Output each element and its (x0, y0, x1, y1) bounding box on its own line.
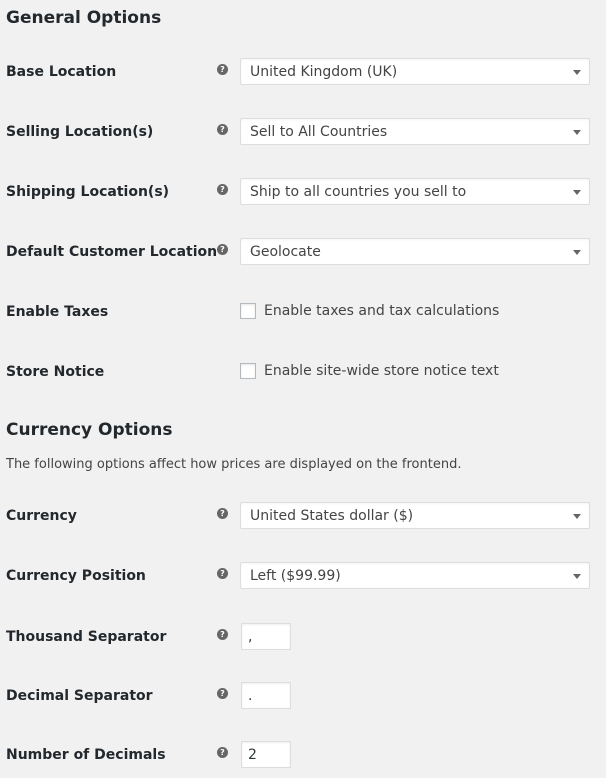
store-notice-checkbox[interactable] (240, 363, 256, 379)
currency-position-select[interactable]: Left ($99.99) (240, 562, 590, 589)
thousand-separator-label: Thousand Separator (6, 629, 167, 645)
shipping-location-select[interactable]: Ship to all countries you sell to (240, 178, 590, 205)
base-location-label: Base Location (6, 64, 117, 80)
currency-options-description: The following options affect how prices … (6, 457, 462, 472)
default-customer-location-value: Geolocate (250, 244, 321, 260)
currency-options-heading: Currency Options (6, 420, 173, 440)
default-customer-location-select[interactable]: Geolocate (240, 238, 590, 265)
dropdown-arrow-icon (573, 190, 581, 195)
dropdown-arrow-icon (573, 250, 581, 255)
selling-location-row: Selling Location(s) ? Sell to All Countr… (0, 118, 606, 146)
currency-label: Currency (6, 508, 77, 524)
base-location-value: United Kingdom (UK) (250, 64, 398, 80)
currency-value: United States dollar ($) (250, 508, 414, 524)
store-notice-label: Store Notice (6, 364, 105, 380)
enable-taxes-checkbox-label[interactable]: Enable taxes and tax calculations (264, 302, 499, 320)
selling-location-label: Selling Location(s) (6, 124, 154, 140)
general-options-heading: General Options (6, 8, 162, 28)
base-location-row: Base Location ? United Kingdom (UK) (0, 58, 606, 86)
enable-taxes-row: Enable Taxes Enable taxes and tax calcul… (0, 298, 606, 326)
settings-page: General Options Base Location ? United K… (0, 0, 606, 778)
help-icon[interactable]: ? (217, 629, 228, 640)
thousand-separator-row: Thousand Separator ? (0, 623, 606, 651)
default-customer-location-row: Default Customer Location ? Geolocate (0, 238, 606, 266)
store-notice-checkbox-label[interactable]: Enable site-wide store notice text (264, 362, 499, 380)
help-icon[interactable]: ? (217, 508, 228, 519)
currency-position-value: Left ($99.99) (250, 568, 341, 584)
help-icon[interactable]: ? (217, 688, 228, 699)
enable-taxes-checkbox[interactable] (240, 303, 256, 319)
decimal-separator-input[interactable] (241, 682, 291, 709)
help-icon[interactable]: ? (217, 64, 228, 75)
store-notice-row: Store Notice Enable site-wide store noti… (0, 358, 606, 386)
thousand-separator-input[interactable] (241, 623, 291, 650)
currency-position-row: Currency Position ? Left ($99.99) (0, 562, 606, 590)
shipping-location-label: Shipping Location(s) (6, 184, 170, 200)
base-location-select[interactable]: United Kingdom (UK) (240, 58, 590, 85)
currency-position-label: Currency Position (6, 568, 146, 584)
shipping-location-row: Shipping Location(s) ? Ship to all count… (0, 178, 606, 206)
help-icon[interactable]: ? (217, 568, 228, 579)
shipping-location-value: Ship to all countries you sell to (250, 184, 467, 200)
help-icon[interactable]: ? (217, 124, 228, 135)
number-of-decimals-label: Number of Decimals (6, 747, 166, 763)
currency-row: Currency ? United States dollar ($) (0, 502, 606, 530)
decimal-separator-row: Decimal Separator ? (0, 682, 606, 710)
selling-location-select[interactable]: Sell to All Countries (240, 118, 590, 145)
enable-taxes-label: Enable Taxes (6, 304, 109, 320)
default-customer-location-label: Default Customer Location (6, 244, 218, 260)
help-icon[interactable]: ? (217, 747, 228, 758)
dropdown-arrow-icon (573, 130, 581, 135)
number-of-decimals-input[interactable] (241, 741, 291, 768)
dropdown-arrow-icon (573, 70, 581, 75)
help-icon[interactable]: ? (217, 244, 228, 255)
dropdown-arrow-icon (573, 574, 581, 579)
dropdown-arrow-icon (573, 514, 581, 519)
currency-select[interactable]: United States dollar ($) (240, 502, 590, 529)
decimal-separator-label: Decimal Separator (6, 688, 153, 704)
selling-location-value: Sell to All Countries (250, 124, 388, 140)
number-of-decimals-row: Number of Decimals ? (0, 741, 606, 769)
help-icon[interactable]: ? (217, 184, 228, 195)
